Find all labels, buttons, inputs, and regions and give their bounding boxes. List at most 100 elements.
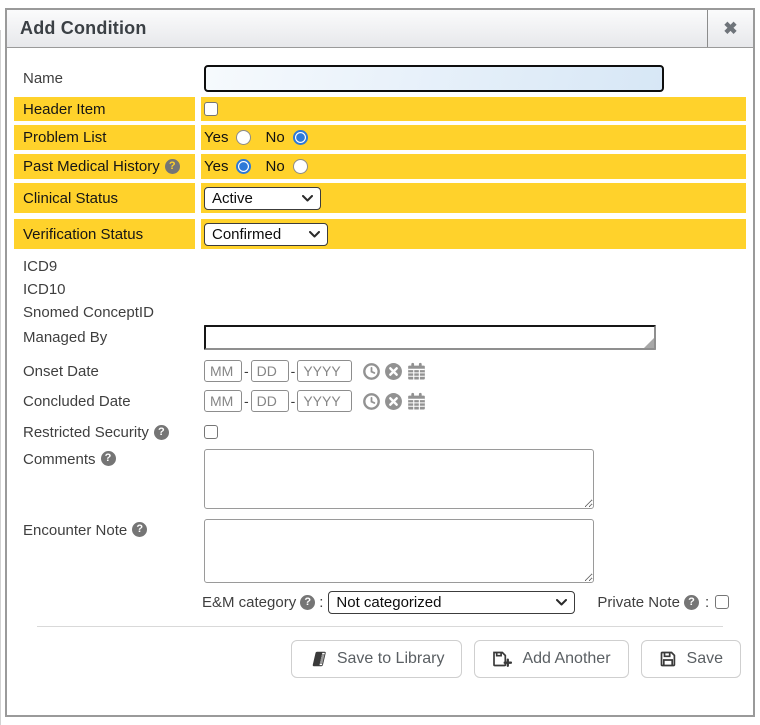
- past-medical-history-row: Past Medical History ? Yes No: [14, 154, 746, 179]
- restricted-security-label: Restricted Security: [23, 424, 149, 441]
- em-category-value: Not categorized: [336, 594, 441, 611]
- footer-actions: Save to Library Add Another: [12, 640, 741, 678]
- save-to-library-button[interactable]: Save to Library: [291, 640, 463, 678]
- clock-icon[interactable]: [362, 362, 381, 381]
- chevron-down-icon: [309, 231, 320, 238]
- onset-day-input[interactable]: [251, 360, 289, 382]
- problem-list-label: Problem List: [14, 125, 195, 150]
- add-another-label: Add Another: [522, 650, 610, 668]
- em-category-select[interactable]: Not categorized: [328, 591, 575, 614]
- book-icon: [309, 650, 327, 668]
- clinical-status-value: Active: [212, 190, 253, 207]
- past-medical-history-label: Past Medical History: [23, 158, 160, 175]
- private-note-checkbox[interactable]: [715, 595, 729, 609]
- clear-circle-icon[interactable]: [384, 362, 403, 381]
- close-button[interactable]: ✖: [707, 10, 753, 47]
- comments-help-icon[interactable]: ?: [101, 451, 116, 466]
- encounter-note-row: Encounter Note ?: [14, 519, 746, 583]
- verification-status-select[interactable]: Confirmed: [204, 223, 328, 246]
- date-separator: -: [291, 363, 296, 379]
- em-category-colon: :: [319, 594, 323, 611]
- dialog-titlebar: Add Condition ✖: [7, 10, 753, 48]
- date-separator: -: [244, 393, 249, 409]
- clinical-status-row: Clinical Status Active: [14, 183, 746, 213]
- onset-date-row: Onset Date - -: [14, 357, 746, 385]
- problem-list-radio-group: Yes No: [204, 129, 322, 146]
- concluded-month-input[interactable]: [204, 390, 242, 412]
- verification-status-label: Verification Status: [14, 219, 195, 249]
- managed-by-row: Managed By: [14, 324, 746, 351]
- chevron-down-icon: [556, 599, 567, 606]
- concluded-day-input[interactable]: [251, 390, 289, 412]
- calendar-icon[interactable]: [406, 392, 427, 411]
- add-another-button[interactable]: Add Another: [474, 640, 628, 678]
- close-icon: ✖: [723, 19, 737, 39]
- snomed-conceptid-row: Snomed ConceptID: [14, 301, 746, 323]
- chevron-down-icon: [302, 195, 313, 202]
- private-note-help-icon[interactable]: ?: [684, 595, 699, 610]
- header-item-checkbox[interactable]: [204, 102, 218, 116]
- concluded-date-row: Concluded Date - -: [14, 387, 746, 415]
- em-category-row: E&M category ? : Not categorized Private…: [14, 590, 746, 614]
- dialog-title: Add Condition: [7, 10, 707, 47]
- verification-status-row: Verification Status Confirmed: [14, 219, 746, 249]
- icd9-row: ICD9: [14, 255, 746, 277]
- clinical-status-label: Clinical Status: [14, 183, 195, 213]
- name-row: Name: [14, 63, 746, 94]
- clinical-status-select[interactable]: Active: [204, 187, 321, 210]
- verification-status-value: Confirmed: [212, 226, 281, 243]
- comments-label: Comments: [23, 451, 96, 468]
- private-note-label: Private Note: [597, 594, 680, 611]
- save-icon: [659, 650, 677, 668]
- header-item-row: Header Item: [14, 97, 746, 121]
- em-category-label: E&M category: [202, 594, 296, 611]
- encounter-note-input[interactable]: [204, 519, 594, 583]
- name-label: Name: [14, 63, 195, 94]
- problem-list-no-label: No: [265, 129, 284, 146]
- calendar-icon[interactable]: [406, 362, 427, 381]
- onset-year-input[interactable]: [297, 360, 352, 382]
- private-note-colon: :: [705, 594, 709, 611]
- problem-list-row: Problem List Yes No: [14, 125, 746, 150]
- past-medical-history-help-icon[interactable]: ?: [165, 159, 180, 174]
- save-label: Save: [687, 650, 723, 668]
- clear-circle-icon[interactable]: [384, 392, 403, 411]
- date-separator: -: [244, 363, 249, 379]
- comments-row: Comments ?: [14, 448, 746, 510]
- icd9-label: ICD9: [14, 255, 195, 277]
- restricted-security-row: Restricted Security ?: [14, 421, 746, 443]
- save-plus-icon: [492, 650, 512, 668]
- em-category-help-icon[interactable]: ?: [300, 595, 315, 610]
- page-background-edge: [0, 30, 1, 725]
- onset-date-label: Onset Date: [14, 357, 195, 385]
- pmh-yes-label: Yes: [204, 158, 228, 175]
- dialog-body: Name Header Item Problem List Yes No: [7, 48, 753, 678]
- pmh-no-label: No: [265, 158, 284, 175]
- managed-by-input[interactable]: [204, 325, 656, 350]
- restricted-security-help-icon[interactable]: ?: [154, 425, 169, 440]
- past-medical-history-radio-group: Yes No: [204, 158, 322, 175]
- name-input[interactable]: [204, 65, 664, 92]
- clock-icon[interactable]: [362, 392, 381, 411]
- save-button[interactable]: Save: [641, 640, 741, 678]
- problem-list-no-radio[interactable]: [293, 130, 308, 145]
- icd10-row: ICD10: [14, 278, 746, 300]
- concluded-date-label: Concluded Date: [14, 387, 195, 415]
- pmh-yes-radio[interactable]: [236, 159, 251, 174]
- header-item-label: Header Item: [14, 97, 195, 121]
- problem-list-yes-label: Yes: [204, 129, 228, 146]
- problem-list-yes-radio[interactable]: [236, 130, 251, 145]
- add-condition-dialog: Add Condition ✖ Name Header Item Problem…: [5, 8, 755, 717]
- restricted-security-checkbox[interactable]: [204, 425, 218, 439]
- footer-divider: [37, 626, 723, 627]
- encounter-note-label: Encounter Note: [23, 522, 127, 539]
- pmh-no-radio[interactable]: [293, 159, 308, 174]
- save-to-library-label: Save to Library: [337, 650, 445, 668]
- date-separator: -: [291, 393, 296, 409]
- comments-input[interactable]: [204, 449, 594, 509]
- onset-month-input[interactable]: [204, 360, 242, 382]
- encounter-note-help-icon[interactable]: ?: [132, 522, 147, 537]
- concluded-year-input[interactable]: [297, 390, 352, 412]
- icd10-label: ICD10: [14, 278, 195, 300]
- managed-by-label: Managed By: [14, 324, 195, 351]
